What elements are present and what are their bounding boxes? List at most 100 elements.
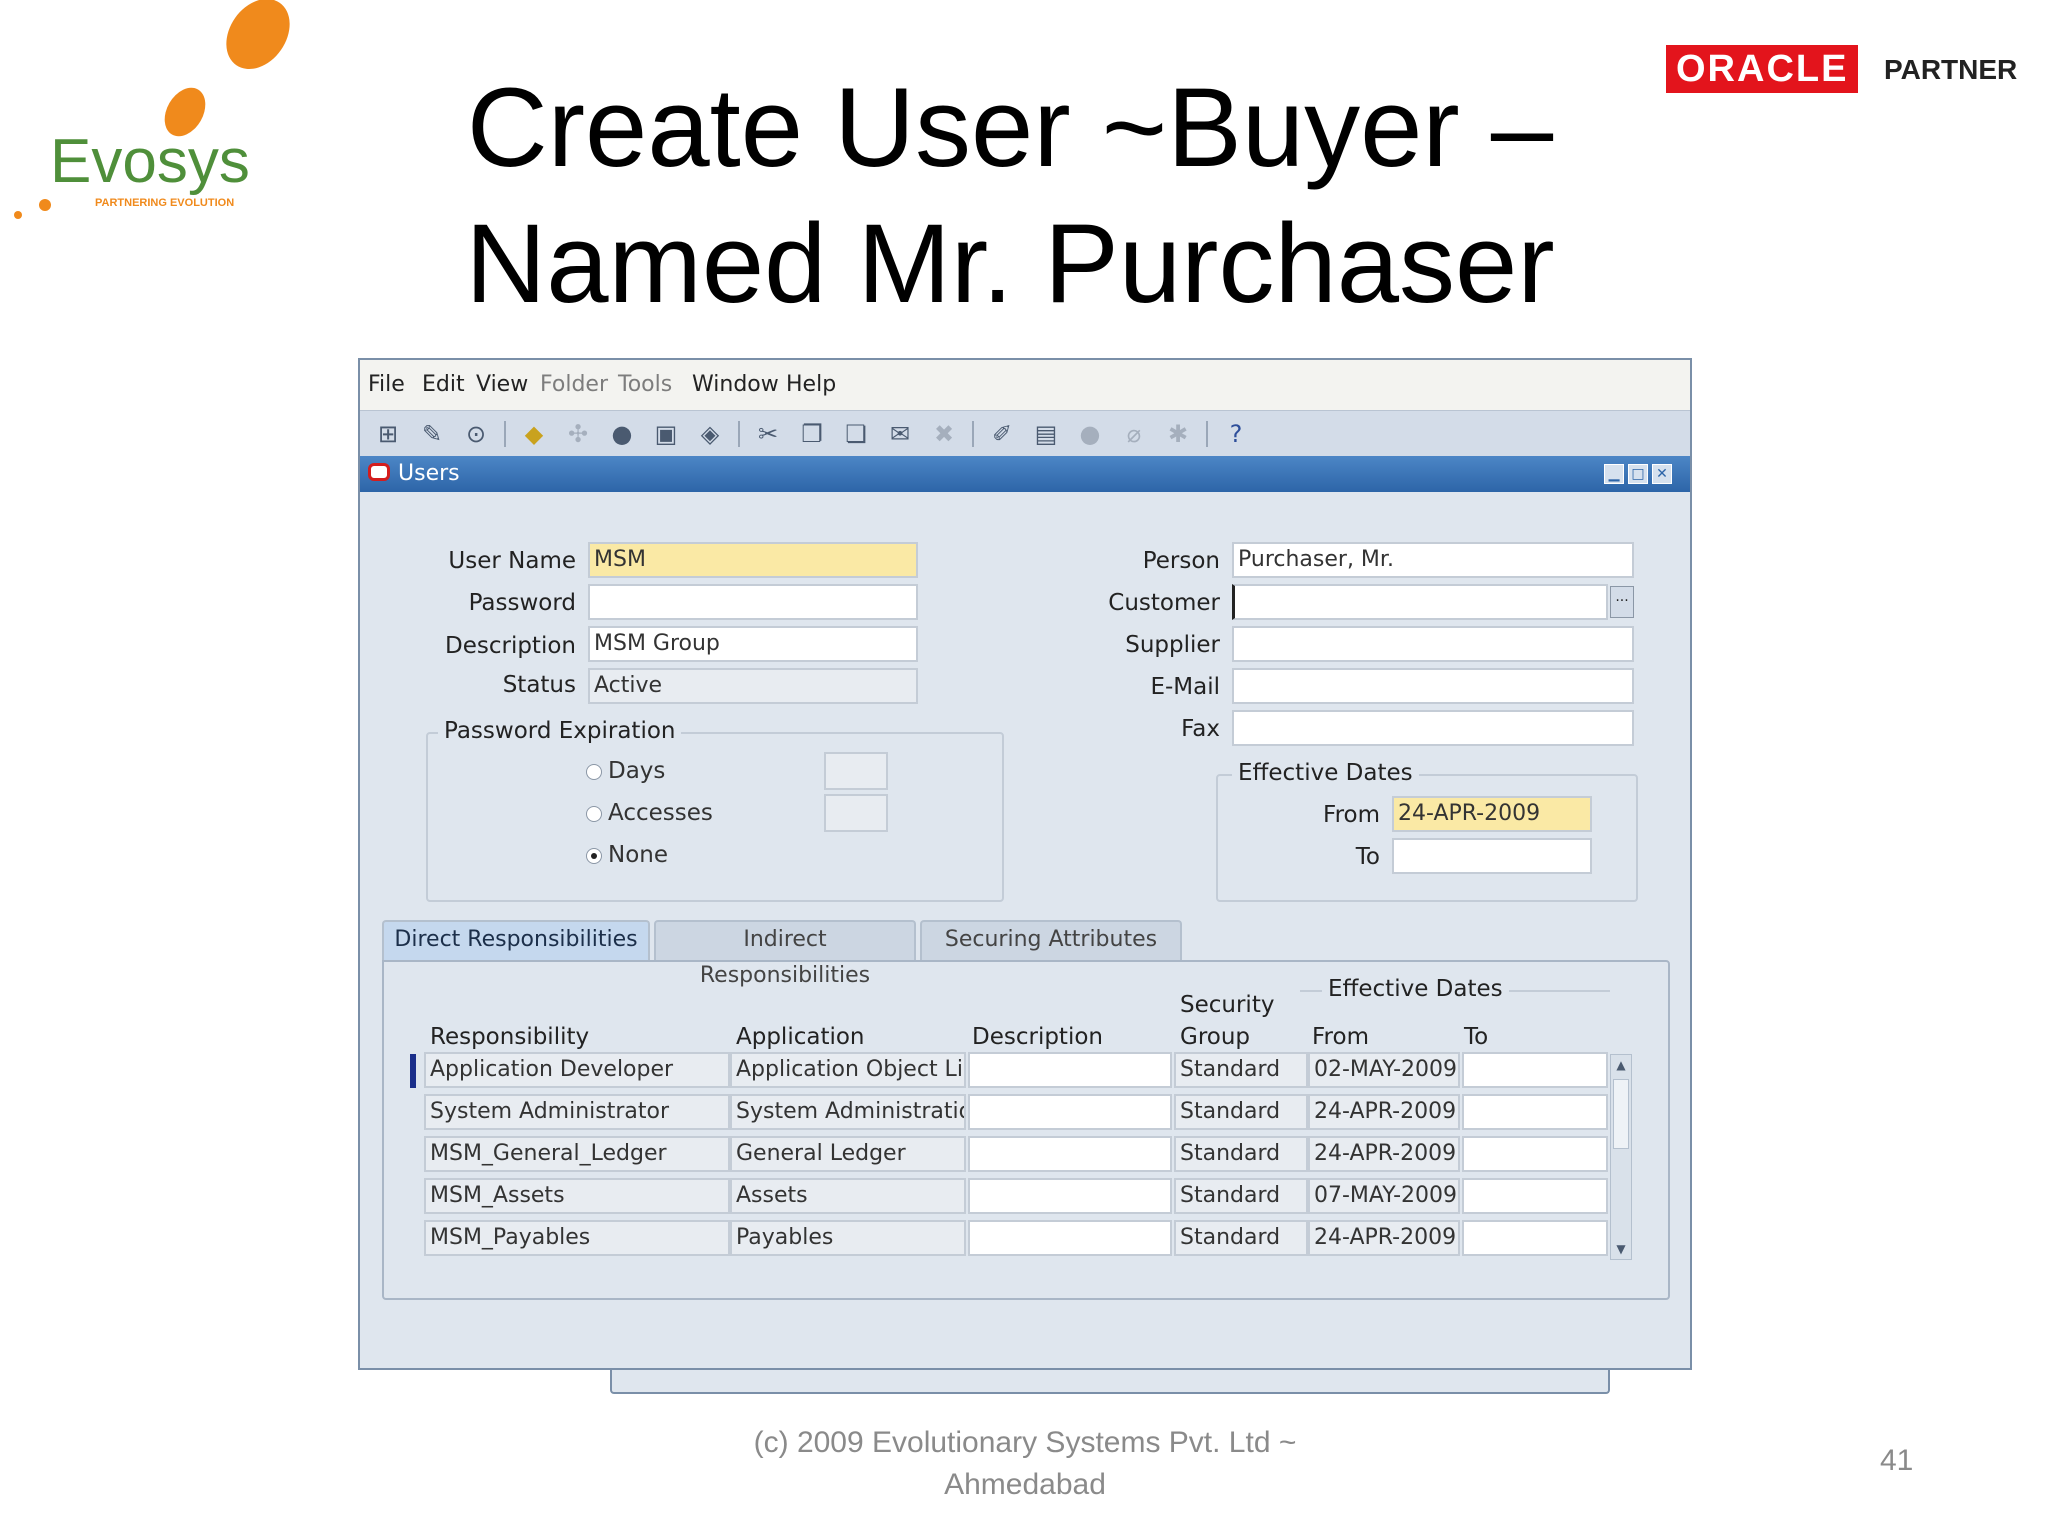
copy-icon[interactable]: ❐ xyxy=(796,418,828,450)
to-date-cell[interactable] xyxy=(1462,1178,1608,1214)
supplier-field[interactable] xyxy=(1232,626,1634,662)
attachments-icon[interactable]: ⌀ xyxy=(1118,418,1150,450)
responsibility-cell[interactable]: MSM_Assets xyxy=(424,1178,730,1214)
next-step-icon[interactable]: ✣ xyxy=(562,418,594,450)
menu-view[interactable]: View xyxy=(476,372,528,397)
tab-direct-responsibilities[interactable]: Direct Responsibilities xyxy=(382,920,650,962)
description-field[interactable]: MSM Group xyxy=(588,626,918,662)
days-field[interactable] xyxy=(824,752,888,790)
folder-tools-icon[interactable]: ✱ xyxy=(1162,418,1194,450)
to-date-cell[interactable] xyxy=(1462,1052,1608,1088)
from-date-cell[interactable]: 24-APR-2009 xyxy=(1308,1094,1460,1130)
password-expiration-group xyxy=(426,732,1004,902)
from-date-cell[interactable]: 24-APR-2009 xyxy=(1308,1220,1460,1256)
menu-tools[interactable]: Tools xyxy=(618,372,672,397)
find-icon[interactable]: ✎ xyxy=(416,418,448,450)
zoom-icon[interactable]: ▤ xyxy=(1030,418,1062,450)
new-record-icon[interactable]: ⊞ xyxy=(372,418,404,450)
application-cell[interactable]: Payables xyxy=(730,1220,966,1256)
menu-file[interactable]: File xyxy=(368,372,405,397)
col-description-header: Description xyxy=(972,1024,1103,1050)
tab-indirect-responsibilities[interactable]: Indirect Responsibilities xyxy=(654,920,916,988)
user-name-field[interactable]: MSM xyxy=(588,542,918,578)
to-date-cell[interactable] xyxy=(1462,1136,1608,1172)
user-name-label: User Name xyxy=(448,548,576,574)
security-group-cell[interactable]: Standard xyxy=(1174,1178,1308,1214)
effective-from-field[interactable]: 24-APR-2009 xyxy=(1392,796,1592,832)
security-group-cell[interactable]: Standard xyxy=(1174,1094,1308,1130)
evosys-logo: Evosys PARTNERING EVOLUTION xyxy=(14,0,290,219)
navigator-icon[interactable]: ⊙ xyxy=(460,418,492,450)
security-group-cell[interactable]: Standard xyxy=(1174,1052,1308,1088)
window-title-bar[interactable]: Users ▁ □ ✕ xyxy=(360,456,1690,492)
person-field[interactable]: Purchaser, Mr. xyxy=(1232,542,1634,578)
help-icon[interactable]: ? xyxy=(1220,418,1252,450)
none-label[interactable]: None xyxy=(608,842,668,868)
translations-icon[interactable]: ● xyxy=(1074,418,1106,450)
fax-label: Fax xyxy=(1181,716,1220,742)
window-title: Users xyxy=(398,461,460,486)
days-label[interactable]: Days xyxy=(608,758,665,784)
security-group-cell[interactable]: Standard xyxy=(1174,1220,1308,1256)
minimize-icon[interactable]: ▁ xyxy=(1604,464,1624,484)
accesses-field[interactable] xyxy=(824,794,888,832)
from-date-cell[interactable]: 02-MAY-2009 xyxy=(1308,1052,1460,1088)
customer-lov-button[interactable]: ··· xyxy=(1610,586,1634,618)
scroll-down-icon[interactable]: ▼ xyxy=(1611,1239,1631,1259)
switch-responsibility-icon[interactable]: ● xyxy=(606,418,638,450)
scroll-thumb[interactable] xyxy=(1613,1079,1629,1149)
vertical-scrollbar[interactable]: ▲ ▼ xyxy=(1610,1054,1632,1260)
accesses-radio[interactable] xyxy=(586,806,602,822)
effective-to-field[interactable] xyxy=(1392,838,1592,874)
application-cell[interactable]: General Ledger xyxy=(730,1136,966,1172)
scroll-up-icon[interactable]: ▲ xyxy=(1611,1055,1631,1075)
customer-field[interactable] xyxy=(1232,584,1608,620)
menu-folder[interactable]: Folder xyxy=(540,372,608,397)
description-label: Description xyxy=(445,633,576,659)
responsibility-cell[interactable]: MSM_Payables xyxy=(424,1220,730,1256)
days-radio[interactable] xyxy=(586,764,602,780)
none-radio[interactable] xyxy=(586,848,602,864)
status-field: Active xyxy=(588,668,918,704)
description-cell[interactable] xyxy=(968,1052,1172,1088)
supplier-label: Supplier xyxy=(1125,632,1220,658)
description-cell[interactable] xyxy=(968,1094,1172,1130)
save-icon[interactable]: ◆ xyxy=(518,418,550,450)
application-cell[interactable]: Assets xyxy=(730,1178,966,1214)
menu-window[interactable]: Window xyxy=(692,372,779,397)
responsibility-cell[interactable]: Application Developer xyxy=(424,1052,730,1088)
from-date-cell[interactable]: 07-MAY-2009 xyxy=(1308,1178,1460,1214)
footer-line2: Ahmedabad xyxy=(944,1468,1106,1501)
maximize-icon[interactable]: □ xyxy=(1628,464,1648,484)
responsibility-cell[interactable]: System Administrator xyxy=(424,1094,730,1130)
logo-text: Evosys xyxy=(50,127,250,196)
description-cell[interactable] xyxy=(968,1178,1172,1214)
new-icon[interactable]: ✉ xyxy=(884,418,916,450)
delete-record-icon[interactable]: ✖ xyxy=(928,418,960,450)
menu-help[interactable]: Help xyxy=(786,372,836,397)
menu-edit[interactable]: Edit xyxy=(422,372,465,397)
print-icon[interactable]: ▣ xyxy=(650,418,682,450)
security-group-cell[interactable]: Standard xyxy=(1174,1136,1308,1172)
cut-icon[interactable]: ✂ xyxy=(752,418,784,450)
to-date-cell[interactable] xyxy=(1462,1094,1608,1130)
toolbar-separator xyxy=(972,421,974,447)
from-date-cell[interactable]: 24-APR-2009 xyxy=(1308,1136,1460,1172)
password-field[interactable] xyxy=(588,584,918,620)
fax-field[interactable] xyxy=(1232,710,1634,746)
application-cell[interactable]: Application Object Libı xyxy=(730,1052,966,1088)
accesses-label[interactable]: Accesses xyxy=(608,800,713,826)
description-cell[interactable] xyxy=(968,1220,1172,1256)
paste-icon[interactable]: ❏ xyxy=(840,418,872,450)
tab-securing-attributes[interactable]: Securing Attributes xyxy=(920,920,1182,960)
status-label: Status xyxy=(502,672,576,698)
close-icon[interactable]: ✕ xyxy=(1652,464,1672,484)
application-cell[interactable]: System Administratior xyxy=(730,1094,966,1130)
to-date-cell[interactable] xyxy=(1462,1220,1608,1256)
edit-field-icon[interactable]: ✐ xyxy=(986,418,1018,450)
logo-tagline: PARTNERING EVOLUTION xyxy=(95,197,234,209)
close-form-icon[interactable]: ◈ xyxy=(694,418,726,450)
responsibility-cell[interactable]: MSM_General_Ledger xyxy=(424,1136,730,1172)
description-cell[interactable] xyxy=(968,1136,1172,1172)
email-field[interactable] xyxy=(1232,668,1634,704)
